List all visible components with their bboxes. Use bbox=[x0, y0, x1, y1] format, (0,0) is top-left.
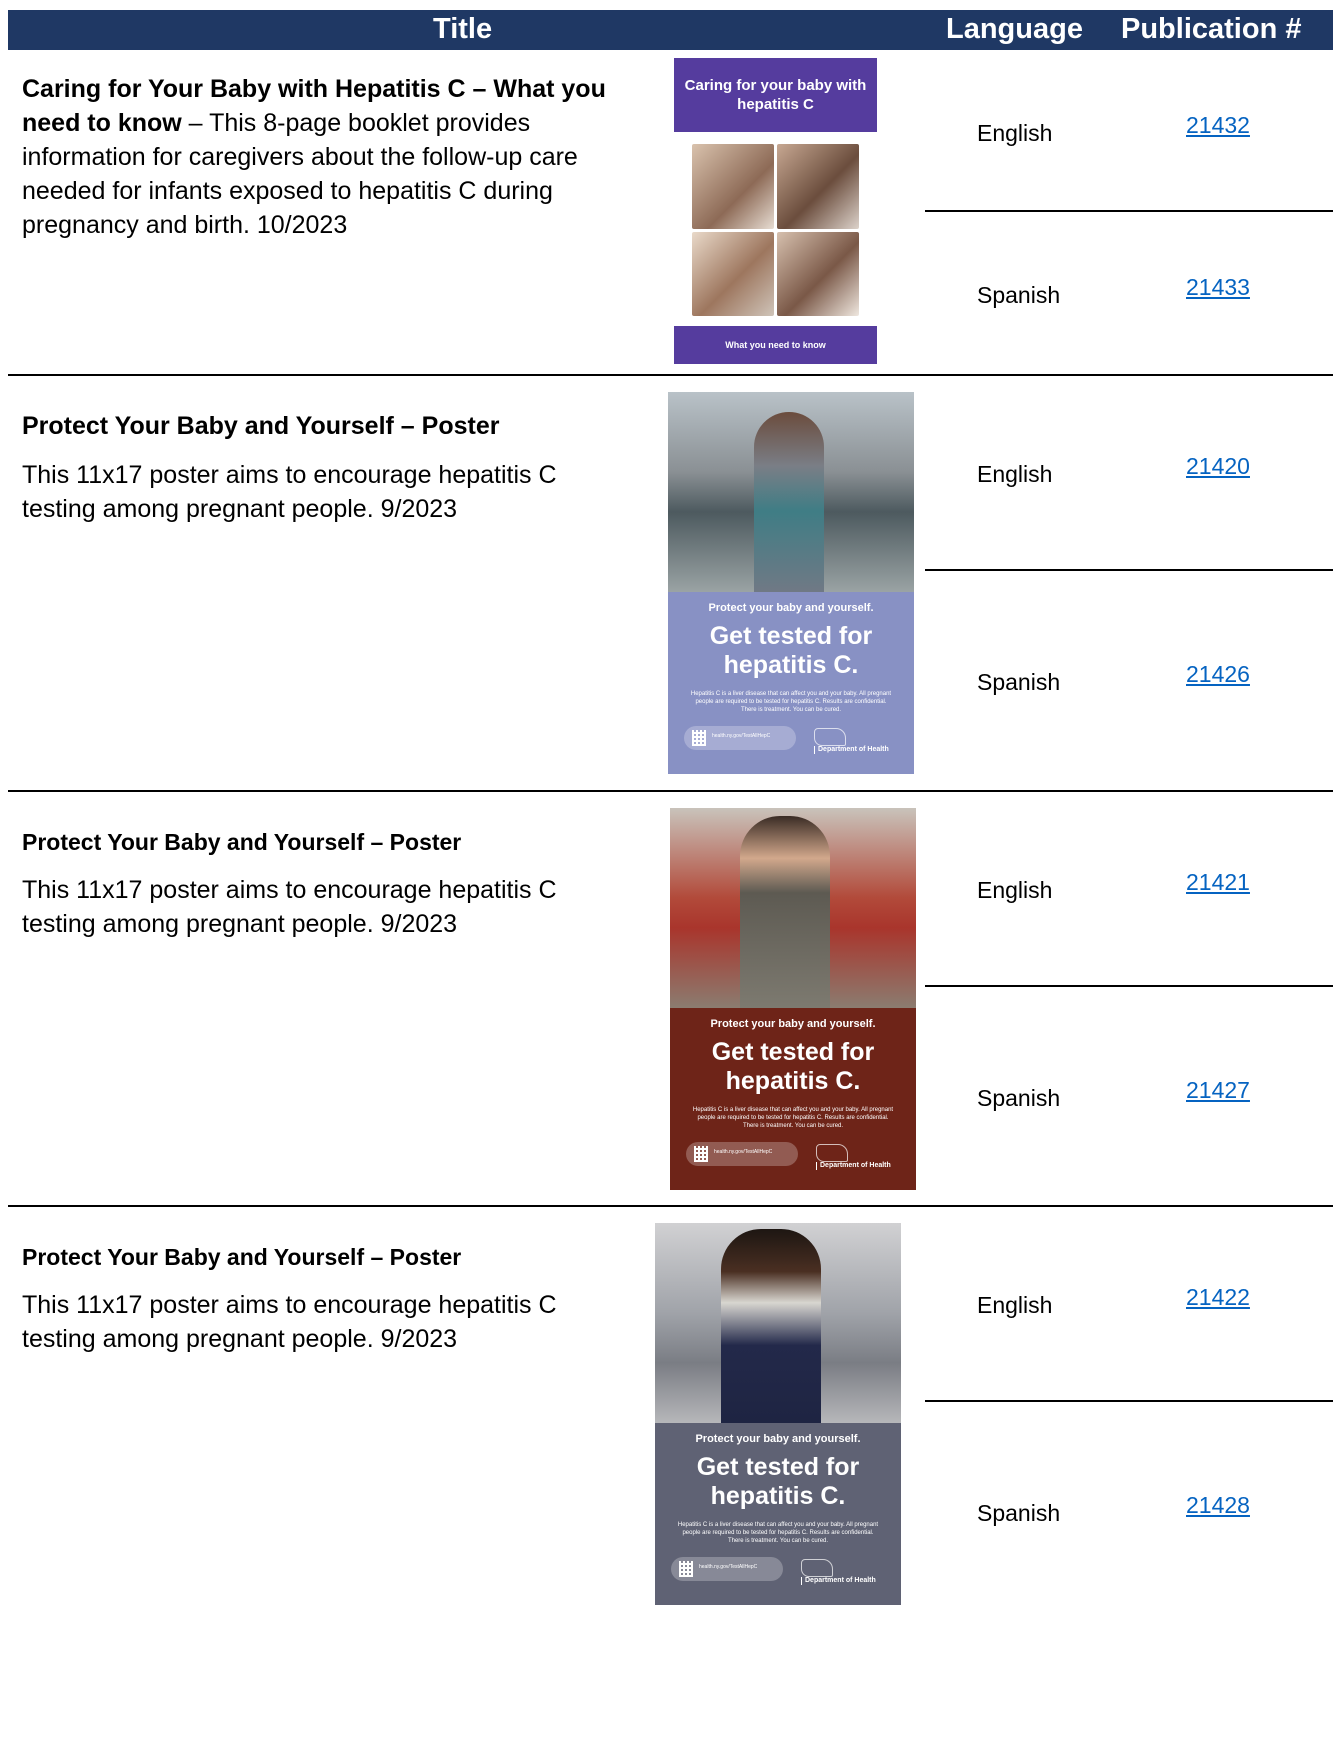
publication-link[interactable]: 21433 bbox=[1186, 274, 1250, 301]
publication-link[interactable]: 21422 bbox=[1186, 1284, 1250, 1311]
qr-code-icon bbox=[692, 730, 706, 746]
language-label: Spanish bbox=[977, 669, 1061, 695]
poster-small-text: Hepatitis C is a liver disease that can … bbox=[690, 691, 892, 713]
poster-lead: Protect your baby and yourself. bbox=[708, 602, 874, 614]
poster-panel: Protect your baby and yourself. Get test… bbox=[668, 592, 914, 774]
row-divider bbox=[8, 374, 1333, 376]
poster-title: Protect Your Baby and Yourself – Poster bbox=[22, 1244, 462, 1270]
poster-title: Protect Your Baby and Yourself – Poster bbox=[22, 829, 462, 855]
poster-lead: Protect your baby and yourself. bbox=[710, 1018, 876, 1030]
poster-url: health.ny.gov/TestAllHepC bbox=[714, 1149, 773, 1155]
language-label: Spanish bbox=[977, 1085, 1061, 1111]
booklet-cover-subtitle: What you need to know bbox=[674, 326, 877, 364]
poster-panel: Protect your baby and yourself. Get test… bbox=[655, 1423, 901, 1605]
language-label: English bbox=[977, 120, 1053, 146]
booklet-cover-photos bbox=[692, 144, 859, 316]
publication-link[interactable]: 21432 bbox=[1186, 112, 1250, 139]
poster-title: Protect Your Baby and Yourself – Poster bbox=[22, 412, 500, 440]
language-label: Spanish bbox=[977, 1500, 1061, 1526]
language-label: English bbox=[977, 1292, 1053, 1318]
nys-doh-logo: Department of Health bbox=[801, 1559, 901, 1586]
qr-code-icon bbox=[694, 1146, 708, 1162]
poster-panel: Protect your baby and yourself. Get test… bbox=[670, 1008, 916, 1190]
publication-link[interactable]: 21420 bbox=[1186, 453, 1250, 480]
poster-small-text: Hepatitis C is a liver disease that can … bbox=[692, 1107, 894, 1129]
nys-state-icon bbox=[814, 728, 846, 746]
sub-row-divider bbox=[925, 569, 1333, 571]
table-header: Title Language Publication # bbox=[8, 10, 1333, 50]
nys-state-icon bbox=[816, 1144, 848, 1162]
language-label: Spanish bbox=[977, 282, 1061, 308]
booklet-cover-image: Caring for your baby with hepatitis C Wh… bbox=[674, 58, 877, 364]
publication-link[interactable]: 21426 bbox=[1186, 661, 1250, 688]
publication-link[interactable]: 21421 bbox=[1186, 869, 1250, 896]
poster-headline: Get tested for hepatitis C. bbox=[709, 622, 873, 679]
nys-state-icon bbox=[801, 1559, 833, 1577]
poster-small-text: Hepatitis C is a liver disease that can … bbox=[677, 1522, 879, 1544]
poster-lead: Protect your baby and yourself. bbox=[695, 1433, 861, 1445]
publication-link[interactable]: 21427 bbox=[1186, 1077, 1250, 1104]
poster-url: health.ny.gov/TestAllHepC bbox=[712, 733, 771, 739]
poster-doh: Department of Health bbox=[816, 1162, 891, 1170]
language-label: English bbox=[977, 877, 1053, 903]
booklet-cover-title: Caring for your baby with hepatitis C bbox=[674, 58, 877, 132]
sub-row-divider bbox=[925, 210, 1333, 212]
poster-url-pill: health.ny.gov/TestAllHepC bbox=[684, 726, 796, 750]
publication-link[interactable]: 21428 bbox=[1186, 1492, 1250, 1519]
booklet-title-block: Caring for Your Baby with Hepatitis C – … bbox=[22, 72, 632, 242]
nys-doh-logo: Department of Health bbox=[816, 1144, 916, 1171]
poster-image: Protect your baby and yourself. Get test… bbox=[668, 392, 914, 774]
poster-description: This 11x17 poster aims to encourage hepa… bbox=[22, 876, 557, 938]
poster-description: This 11x17 poster aims to encourage hepa… bbox=[22, 461, 557, 523]
header-language: Language bbox=[946, 13, 1083, 45]
poster-image: Protect your baby and yourself. Get test… bbox=[670, 808, 916, 1190]
poster-url-pill: health.ny.gov/TestAllHepC bbox=[686, 1142, 798, 1166]
poster-image: Protect your baby and yourself. Get test… bbox=[655, 1223, 901, 1605]
poster-photo bbox=[655, 1223, 901, 1423]
row-divider bbox=[8, 790, 1333, 792]
header-publication: Publication # bbox=[1121, 13, 1302, 45]
sub-row-divider bbox=[925, 1400, 1333, 1402]
poster-doh: Department of Health bbox=[814, 746, 889, 754]
poster-photo bbox=[668, 392, 914, 592]
poster-description: This 11x17 poster aims to encourage hepa… bbox=[22, 1291, 557, 1353]
sub-row-divider bbox=[925, 985, 1333, 987]
header-title: Title bbox=[433, 13, 493, 45]
poster-doh: Department of Health bbox=[801, 1577, 876, 1585]
qr-code-icon bbox=[679, 1561, 693, 1577]
row-divider bbox=[8, 1205, 1333, 1207]
poster-url-pill: health.ny.gov/TestAllHepC bbox=[671, 1557, 783, 1581]
nys-doh-logo: Department of Health bbox=[814, 728, 914, 755]
language-label: English bbox=[977, 461, 1053, 487]
poster-url: health.ny.gov/TestAllHepC bbox=[699, 1564, 758, 1570]
poster-headline: Get tested for hepatitis C. bbox=[711, 1038, 875, 1095]
poster-photo bbox=[670, 808, 916, 1008]
poster-headline: Get tested for hepatitis C. bbox=[696, 1453, 860, 1510]
